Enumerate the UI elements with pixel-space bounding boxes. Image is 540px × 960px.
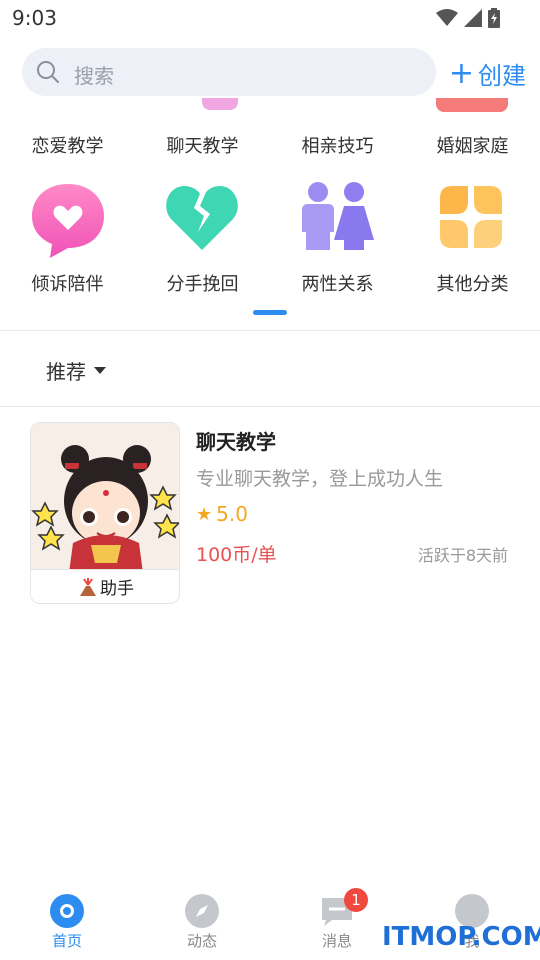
category-other[interactable]: 其他分类 (405, 270, 540, 296)
category-relationships[interactable]: 两性关系 (270, 270, 405, 296)
create-label: 创建 (478, 62, 526, 90)
volcano-icon (80, 577, 96, 596)
category-confide[interactable]: 倾诉陪伴 (0, 270, 135, 296)
tab-messages-label: 消息 (321, 932, 352, 950)
create-button[interactable]: + 创建 (449, 56, 526, 91)
wifi-icon (436, 9, 458, 26)
category-marriage[interactable]: 婚姻家庭 (405, 132, 540, 158)
battery-icon (488, 8, 500, 28)
pink-icon-peek (202, 98, 238, 110)
home-icon (50, 894, 84, 928)
category-breakup-recovery[interactable]: 分手挽回 (135, 270, 270, 296)
status-bar: 9:03 (0, 0, 540, 36)
service-card[interactable]: 助手 聊天教学 专业聊天教学，登上成功人生 ★ 5.0 100币/单 活跃于8天… (30, 422, 520, 606)
compass-icon (185, 894, 219, 928)
assistant-tag-label: 助手 (100, 579, 134, 599)
unread-badge: 1 (344, 888, 368, 912)
caret-down-icon (94, 367, 106, 374)
chat-heart-icon[interactable] (28, 180, 108, 260)
rating-value: 5.0 (216, 502, 248, 526)
search-icon (37, 61, 59, 83)
red-icon-peek (436, 98, 508, 112)
divider (0, 406, 540, 407)
page-indicator (253, 310, 287, 315)
tab-feed-label: 动态 (186, 932, 217, 950)
cartoon-girl-avatar (31, 423, 179, 573)
tab-feed[interactable]: 动态 (152, 894, 252, 951)
couple-icon[interactable] (298, 180, 378, 260)
assistant-tag: 助手 (31, 569, 179, 603)
price: 100币/单 (196, 544, 277, 566)
message-icon: 1 (320, 888, 368, 928)
search-input[interactable]: 搜索 (22, 48, 436, 96)
card-title: 聊天教学 (196, 430, 276, 454)
category-chat-teaching[interactable]: 聊天教学 (135, 132, 270, 158)
category-icons-peek (0, 98, 540, 114)
recommend-dropdown[interactable]: 推荐 (46, 356, 106, 385)
card-description: 专业聊天教学，登上成功人生 (196, 468, 444, 490)
search-placeholder: 搜索 (74, 64, 114, 88)
avatar: 助手 (30, 422, 180, 604)
signal-icon (464, 9, 482, 27)
four-petal-icon[interactable] (436, 182, 516, 262)
status-time: 9:03 (12, 6, 57, 30)
tab-home[interactable]: 首页 (17, 894, 117, 951)
tab-messages[interactable]: 1 消息 (287, 888, 387, 951)
search-row: 搜索 + 创建 (22, 48, 526, 98)
watermark: ITMOP.COM (382, 922, 540, 952)
divider (0, 330, 540, 331)
broken-heart-icon[interactable] (164, 182, 244, 262)
tab-home-label: 首页 (51, 932, 82, 950)
last-active: 活跃于8天前 (417, 546, 508, 565)
recommend-label: 推荐 (46, 360, 86, 384)
category-love-teaching[interactable]: 恋爱教学 (0, 132, 135, 158)
category-blind-date[interactable]: 相亲技巧 (270, 132, 405, 158)
star-icon: ★ (196, 503, 213, 525)
rating: ★ 5.0 (196, 502, 248, 526)
plus-icon: + (448, 55, 474, 91)
